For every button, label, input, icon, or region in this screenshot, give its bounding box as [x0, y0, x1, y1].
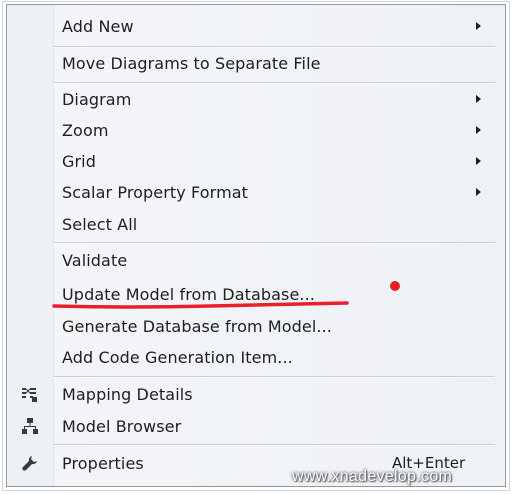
wrench-icon	[21, 454, 39, 472]
menu-item-mapping-details[interactable]: Mapping Details	[7, 379, 505, 409]
menu-separator	[53, 444, 495, 446]
submenu-arrow-icon	[476, 22, 481, 30]
menu-item-validate[interactable]: Validate	[7, 245, 505, 275]
menu-item-label: Diagram	[62, 90, 132, 109]
red-underline-annotation	[52, 301, 349, 309]
menu-item-label: Mapping Details	[62, 385, 193, 404]
menu-item-label: Move Diagrams to Separate File	[62, 54, 321, 73]
menu-item-select-all[interactable]: Select All	[7, 209, 505, 239]
submenu-arrow-icon	[476, 188, 481, 196]
watermark-text: www.xnadevelop.com	[292, 468, 453, 485]
menu-item-diagram[interactable]: Diagram	[7, 84, 505, 114]
menu-item-label: Zoom	[62, 121, 109, 140]
menu-item-zoom[interactable]: Zoom	[7, 115, 505, 145]
model-browser-icon	[21, 417, 39, 435]
menu-item-scalar-property-format[interactable]: Scalar Property Format	[7, 177, 505, 207]
menu-item-add-code-generation[interactable]: Add Code Generation Item...	[7, 342, 505, 372]
menu-item-label: Properties	[62, 454, 144, 473]
menu-item-add-new[interactable]: Add New	[7, 11, 505, 41]
submenu-arrow-icon	[476, 95, 481, 103]
menu-item-label: Model Browser	[62, 417, 182, 436]
menu-item-label: Select All	[62, 215, 138, 234]
submenu-arrow-icon	[476, 126, 481, 134]
menu-item-label: Grid	[62, 152, 96, 171]
menu-item-label: Validate	[62, 251, 128, 270]
menu-item-generate-database[interactable]: Generate Database from Model...	[7, 311, 505, 341]
menu-item-label: Scalar Property Format	[62, 183, 249, 202]
red-dot-annotation	[390, 281, 400, 291]
menu-item-model-browser[interactable]: Model Browser	[7, 411, 505, 441]
menu-separator	[53, 376, 495, 378]
submenu-arrow-icon	[476, 157, 481, 165]
menu-item-move-diagrams[interactable]: Move Diagrams to Separate File	[7, 48, 505, 78]
menu-item-grid[interactable]: Grid	[7, 146, 505, 176]
menu-item-label: Add New	[62, 17, 134, 36]
menu-separator	[53, 242, 495, 244]
mapping-details-icon	[21, 385, 39, 403]
menu-item-label: Generate Database from Model...	[62, 317, 332, 336]
context-menu: Add New Move Diagrams to Separate File D…	[6, 4, 506, 487]
menu-item-label: Add Code Generation Item...	[62, 348, 293, 367]
